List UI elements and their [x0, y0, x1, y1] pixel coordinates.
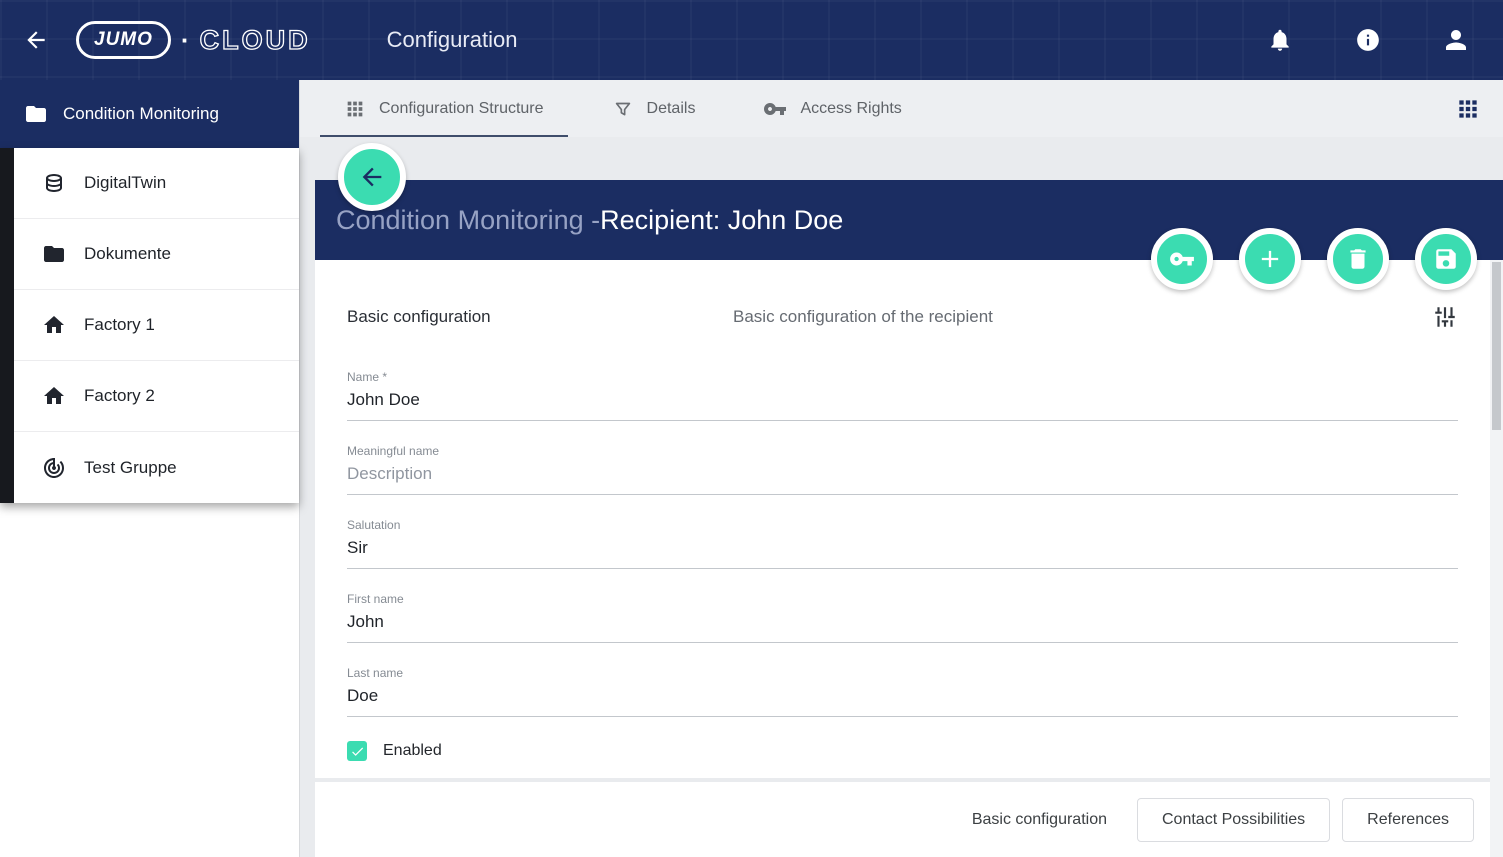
tab-label: Details: [647, 100, 696, 118]
tab-details[interactable]: Details: [588, 80, 720, 137]
sidebar-item-dokumente[interactable]: Dokumente: [14, 219, 299, 290]
info-icon: [1355, 27, 1381, 53]
field-salutation: Salutation: [347, 518, 1458, 569]
delete-fab[interactable]: [1327, 228, 1389, 290]
grid-icon: [344, 98, 366, 120]
field-label: Name *: [347, 370, 1458, 384]
first-name-input[interactable]: [347, 608, 1458, 643]
home-icon: [42, 384, 66, 408]
target-icon: [42, 456, 66, 480]
bell-icon: [1267, 27, 1293, 53]
sidebar-tree: DigitalTwin Dokumente Factory 1 Factory …: [0, 148, 299, 503]
last-name-input[interactable]: [347, 682, 1458, 717]
notifications-button[interactable]: [1263, 23, 1297, 57]
form-fields: Name * Meaningful name Salutation First …: [315, 330, 1490, 717]
page-title: Configuration: [387, 27, 518, 53]
tab-configuration-structure[interactable]: Configuration Structure: [320, 80, 568, 137]
sidebar-item-label: Test Gruppe: [84, 458, 177, 478]
tab-label: Access Rights: [800, 100, 901, 118]
sidebar-item-digitaltwin[interactable]: DigitalTwin: [14, 148, 299, 219]
action-fab-row: [1151, 228, 1477, 290]
scrollbar-thumb[interactable]: [1492, 262, 1501, 430]
arrow-left-icon: [358, 163, 386, 191]
field-last-name: Last name: [347, 666, 1458, 717]
field-meaningful-name: Meaningful name: [347, 444, 1458, 495]
save-fab[interactable]: [1415, 228, 1477, 290]
topbar-actions: [1263, 23, 1473, 57]
tab-bar: Configuration Structure Details Access R…: [300, 80, 1503, 137]
trash-icon: [1345, 246, 1371, 272]
field-label: Last name: [347, 666, 1458, 680]
panel-title: Recipient: John Doe: [600, 205, 843, 236]
account-button[interactable]: [1439, 23, 1473, 57]
folder-icon: [42, 242, 66, 266]
back-arrow-button[interactable]: [16, 20, 56, 60]
field-label: First name: [347, 592, 1458, 606]
topbar: JUMO · CLOUD Configuration: [0, 0, 1503, 80]
add-fab[interactable]: [1239, 228, 1301, 290]
active-section-label: Basic configuration: [972, 811, 1107, 829]
contact-possibilities-button[interactable]: Contact Possibilities: [1137, 798, 1330, 842]
checkbox-checked-icon[interactable]: [347, 741, 367, 761]
enabled-checkbox-label: Enabled: [383, 742, 442, 760]
sliders-icon: [1432, 304, 1458, 330]
sidebar-item-factory-2[interactable]: Factory 2: [14, 361, 299, 432]
enabled-checkbox-row[interactable]: Enabled: [347, 741, 1458, 761]
tab-access-rights[interactable]: Access Rights: [739, 80, 925, 137]
brand-separator: ·: [181, 25, 190, 56]
info-button[interactable]: [1351, 23, 1385, 57]
section-subtitle: Basic configuration of the recipient: [733, 307, 1432, 327]
form-card: Basic configuration Basic configuration …: [315, 260, 1490, 778]
sidebar-header-condition-monitoring[interactable]: Condition Monitoring: [0, 80, 299, 148]
field-label: Meaningful name: [347, 444, 1458, 458]
jumo-cloud-logo: JUMO · CLOUD: [76, 21, 311, 59]
apps-grid-button[interactable]: [1455, 80, 1481, 137]
database-icon: [42, 171, 66, 195]
vertical-scrollbar[interactable]: [1490, 260, 1503, 857]
salutation-input[interactable]: [347, 534, 1458, 569]
sidebar: Condition Monitoring DigitalTwin Dokumen…: [0, 80, 300, 857]
sidebar-item-label: DigitalTwin: [84, 173, 166, 193]
sidebar-item-label: Factory 2: [84, 386, 155, 406]
field-name: Name *: [347, 370, 1458, 421]
section-title: Basic configuration: [347, 307, 733, 327]
jumo-logo: JUMO: [76, 21, 171, 59]
panel-back-fab[interactable]: [338, 143, 406, 211]
save-icon: [1433, 246, 1459, 272]
home-icon: [42, 313, 66, 337]
key-icon: [1169, 246, 1195, 272]
cloud-wordmark: CLOUD: [200, 25, 311, 56]
field-first-name: First name: [347, 592, 1458, 643]
key-icon: [763, 97, 787, 121]
sidebar-item-factory-1[interactable]: Factory 1: [14, 290, 299, 361]
filter-icon: [612, 98, 634, 120]
bottom-bar: Basic configuration Contact Possibilitie…: [315, 782, 1490, 857]
access-key-fab[interactable]: [1151, 228, 1213, 290]
tune-button[interactable]: [1432, 304, 1458, 330]
tab-label: Configuration Structure: [379, 100, 544, 118]
sidebar-item-label: Dokumente: [84, 244, 171, 264]
apps-grid-icon: [1455, 96, 1481, 122]
arrow-left-icon: [23, 27, 49, 53]
folder-icon: [24, 102, 48, 126]
references-button[interactable]: References: [1342, 798, 1474, 842]
sidebar-header-label: Condition Monitoring: [63, 104, 219, 124]
user-icon: [1441, 25, 1471, 55]
sidebar-item-label: Factory 1: [84, 315, 155, 335]
name-input[interactable]: [347, 386, 1458, 421]
field-label: Salutation: [347, 518, 1458, 532]
plus-icon: [1256, 245, 1284, 273]
sidebar-item-test-gruppe[interactable]: Test Gruppe: [14, 432, 299, 503]
main-content: Configuration Structure Details Access R…: [300, 80, 1503, 857]
meaningful-name-input[interactable]: [347, 460, 1458, 495]
